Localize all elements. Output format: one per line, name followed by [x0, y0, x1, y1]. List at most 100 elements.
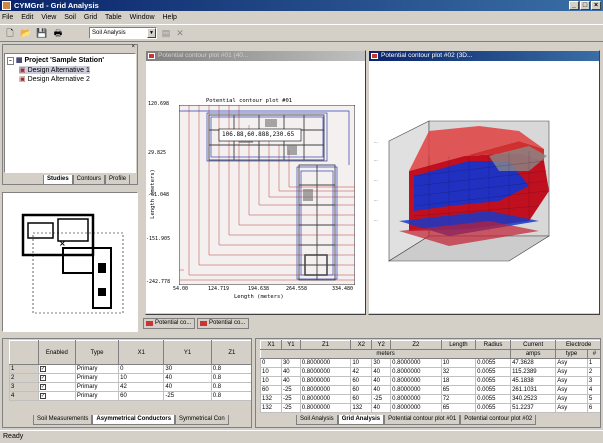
column-header[interactable]: Z1	[210, 340, 251, 365]
table-cell[interactable]: -25	[371, 394, 392, 404]
checkbox[interactable]: ✓	[39, 375, 46, 381]
table-cell[interactable]: 0.8000000	[299, 358, 352, 368]
table-cell[interactable]: 132	[350, 403, 373, 413]
x1-cell[interactable]: 10	[118, 373, 165, 383]
checkbox[interactable]: ✓	[39, 366, 46, 372]
column-header[interactable]: Y1	[280, 340, 301, 350]
contour-plot-window-1[interactable]: Potential contour plot #01 (40... Potent…	[145, 50, 366, 315]
table-row[interactable]: 2 ✓ Primary 10 40 0.8	[9, 373, 251, 383]
table-cell[interactable]: -25	[280, 385, 301, 395]
table-row[interactable]: 132 -25 0.8000000 60 -25 0.8000000 72 0.0055 340…	[260, 394, 600, 404]
mdi-titlebar[interactable]: Potential contour plot #02 (3D...	[369, 51, 599, 61]
table-cell[interactable]: Asy	[555, 358, 588, 368]
contour-plot-window-2[interactable]: Potential contour plot #02 (3D... ......…	[368, 50, 600, 315]
table-cell[interactable]: 6	[586, 403, 600, 413]
column-header[interactable]: Z1	[299, 340, 352, 350]
column-header[interactable]: Electrode	[555, 340, 600, 350]
minimized-window[interactable]: Potential co...	[197, 318, 249, 329]
close-button[interactable]: ×	[591, 1, 601, 10]
minimized-window[interactable]: Potential co...	[143, 318, 195, 329]
table-cell[interactable]: 0.8000000	[299, 403, 352, 413]
table-cell[interactable]: 0.8000000	[299, 394, 352, 404]
tab-asymmetrical-conductors[interactable]: Asymmetrical Conductors	[92, 415, 176, 425]
tab-soil-measurements[interactable]: Soil Measurements	[33, 415, 93, 425]
table-cell[interactable]: 0.8000000	[390, 403, 442, 413]
menu-window[interactable]: Window	[130, 14, 155, 21]
table-cell[interactable]: 42	[350, 367, 373, 377]
table-cell[interactable]: 0.8000000	[390, 358, 442, 368]
tree-item-alt2[interactable]: ▣ Design Alternative 2	[19, 75, 90, 83]
table-cell[interactable]: 32	[440, 367, 477, 377]
table-cell[interactable]: 0.0055	[475, 376, 512, 386]
table-cell[interactable]: 40	[371, 376, 392, 386]
y1-cell[interactable]: 40	[163, 373, 212, 383]
type-cell[interactable]: Primary	[74, 391, 120, 401]
table-cell[interactable]: 72	[440, 394, 477, 404]
properties-icon[interactable]: ▤	[159, 27, 173, 40]
checkbox[interactable]: ✓	[39, 384, 46, 390]
menu-grid[interactable]: Grid	[84, 14, 97, 21]
table-row[interactable]: 60 -25 0.8000000 60 40 0.8000000 65 0.0055 261.1…	[260, 385, 600, 395]
tab-soil-analysis[interactable]: Soil Analysis	[296, 415, 338, 425]
tree-root[interactable]: − ▦ Project 'Sample Station'	[7, 56, 104, 65]
table-row[interactable]: 0 30 0.8000000 10 30 0.8000000 10 0.0055 47.3628…	[260, 358, 600, 368]
table-cell[interactable]: Asy	[555, 394, 588, 404]
tab-studies[interactable]: Studies	[43, 175, 73, 185]
table-cell[interactable]: 0.8000000	[390, 376, 442, 386]
maximize-button[interactable]: □	[580, 1, 590, 10]
surface-plot-3d[interactable]: ......... ......	[369, 61, 599, 313]
x1-cell[interactable]: 60	[118, 391, 165, 401]
table-cell[interactable]: 60	[260, 385, 282, 395]
table-cell[interactable]: 45.1838	[510, 376, 557, 386]
x1-cell[interactable]: 42	[118, 382, 165, 392]
table-cell[interactable]: 0.8000000	[299, 376, 352, 386]
table-cell[interactable]: 0	[260, 358, 282, 368]
column-header[interactable]: X1	[118, 340, 165, 365]
enabled-checkbox[interactable]: ✓	[37, 382, 76, 392]
column-header[interactable]: Current	[510, 340, 557, 350]
print-icon[interactable]: 🖶	[51, 27, 65, 40]
y1-cell[interactable]: -25	[163, 391, 212, 401]
table-cell[interactable]: 1	[586, 358, 600, 368]
chevron-down-icon[interactable]: ▼	[147, 28, 156, 38]
table-cell[interactable]: 10	[440, 358, 477, 368]
table-cell[interactable]: 18	[440, 376, 477, 386]
table-cell[interactable]: Asy	[555, 376, 588, 386]
table-cell[interactable]: 5	[586, 394, 600, 404]
column-header[interactable]: X1	[260, 340, 282, 350]
type-cell[interactable]: Primary	[74, 373, 120, 383]
table-cell[interactable]: 3	[586, 376, 600, 386]
menu-soil[interactable]: Soil	[64, 14, 76, 21]
menu-view[interactable]: View	[41, 14, 56, 21]
x1-cell[interactable]: 0	[118, 364, 165, 374]
column-header[interactable]: Z2	[390, 340, 442, 350]
open-folder-icon[interactable]: 📂	[19, 27, 33, 40]
menu-edit[interactable]: Edit	[21, 14, 33, 21]
column-header[interactable]: Length	[440, 340, 477, 350]
menu-table[interactable]: Table	[105, 14, 122, 21]
table-cell[interactable]: 0.8000000	[299, 385, 352, 395]
enabled-checkbox[interactable]: ✓	[37, 373, 76, 383]
minimize-button[interactable]: _	[569, 1, 579, 10]
table-cell[interactable]: 0.8000000	[390, 385, 442, 395]
delete-icon[interactable]: ✕	[173, 27, 187, 40]
tab-contour-plot-1[interactable]: Potential contour plot #01	[384, 415, 461, 425]
table-cell[interactable]: 340.2523	[510, 394, 557, 404]
type-cell[interactable]: Primary	[74, 382, 120, 392]
table-cell[interactable]: 10	[260, 367, 282, 377]
y1-cell[interactable]: 30	[163, 364, 212, 374]
table-cell[interactable]: 0.8000000	[299, 367, 352, 377]
column-header[interactable]: Radius	[475, 340, 512, 350]
table-cell[interactable]: 0.0055	[475, 394, 512, 404]
table-cell[interactable]: 0.0055	[475, 403, 512, 413]
table-cell[interactable]: 115.2389	[510, 367, 557, 377]
new-file-icon[interactable]: 🗋	[3, 27, 17, 40]
checkbox[interactable]: ✓	[39, 393, 46, 399]
column-header[interactable]: X2	[350, 340, 373, 350]
column-header[interactable]: Y1	[163, 340, 212, 365]
table-row[interactable]: 10 40 0.8000000 60 40 0.8000000 18 0.0055 45.183…	[260, 376, 600, 386]
table-cell[interactable]: 0.8000000	[390, 367, 442, 377]
table-cell[interactable]: 51.2237	[510, 403, 557, 413]
table-cell[interactable]: 0.0055	[475, 367, 512, 377]
z1-cell[interactable]: 0.8	[210, 364, 251, 374]
